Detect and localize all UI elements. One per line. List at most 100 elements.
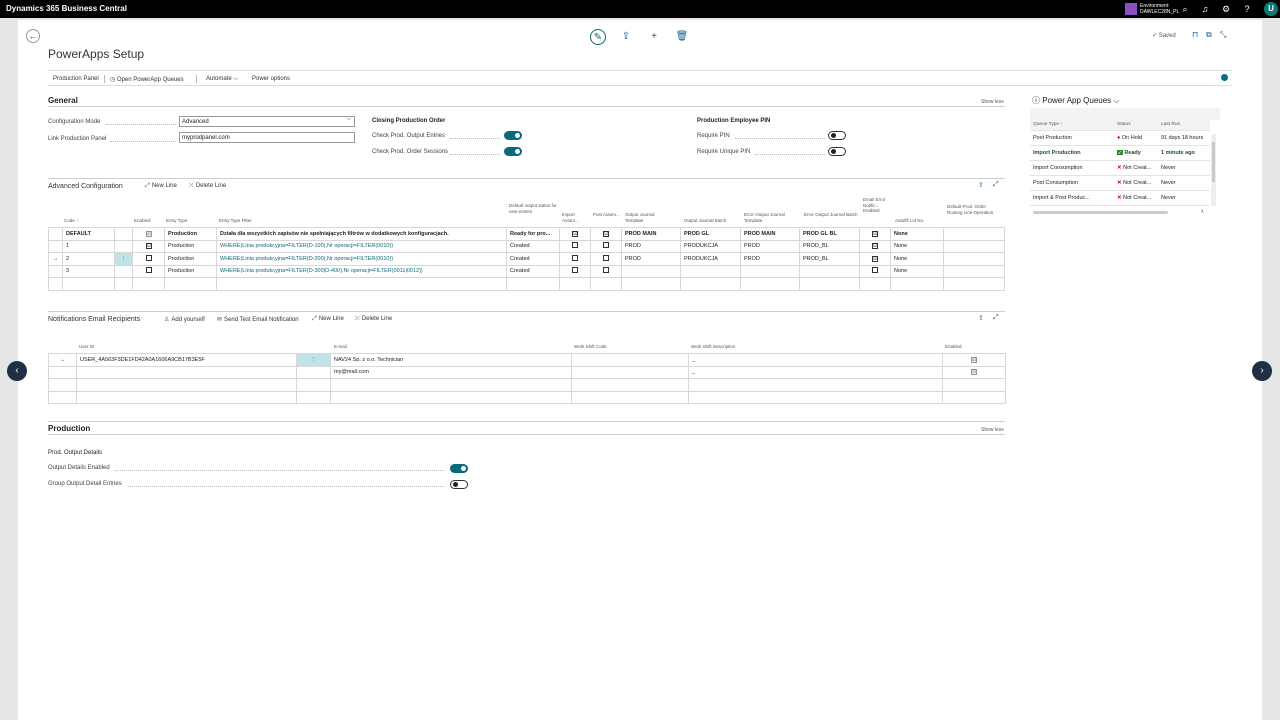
- output-details-enabled-toggle[interactable]: [450, 464, 468, 473]
- queue-type-cell[interactable]: Post Consumption: [1030, 175, 1114, 191]
- post-checkbox[interactable]: [603, 242, 609, 249]
- empty-row[interactable]: [48, 378, 1006, 392]
- email-cell[interactable]: NAV24 Sp. z o.o. Technician: [330, 353, 572, 367]
- post-autom-cell[interactable]: ☑: [590, 227, 622, 241]
- entry-filter-cell[interactable]: WHERE(Linia produkcyjna=FILTER(D-300|D-4…: [216, 264, 507, 278]
- email-error-cell[interactable]: [859, 264, 891, 278]
- col-output-journal-batch[interactable]: Output Journal Batch: [684, 218, 726, 224]
- code-cell[interactable]: 3: [62, 264, 115, 278]
- list-item[interactable]: Post Consumption ✕ Not Creat... Never: [1030, 175, 1210, 191]
- open-queues-action[interactable]: ◷ Open PowerApp Queues: [110, 76, 184, 83]
- factbox-col-header[interactable]: Status: [1114, 120, 1158, 131]
- user-id-cell[interactable]: USER_4A563F3DE1FD42A0A1606A9CB17B3E5F: [76, 353, 297, 367]
- enabled-checkbox[interactable]: ☑: [971, 369, 977, 376]
- post-autom-cell[interactable]: [590, 252, 622, 266]
- expand-icon[interactable]: ⤢: [993, 314, 999, 322]
- empty-cell[interactable]: [216, 277, 507, 291]
- share-icon[interactable]: ⇪: [618, 29, 634, 45]
- import-checkbox[interactable]: [572, 254, 578, 261]
- entry-type-cell[interactable]: Production: [164, 239, 217, 253]
- enabled-checkbox[interactable]: [145, 267, 152, 274]
- row-menu[interactable]: ⋮: [114, 252, 133, 266]
- help-icon[interactable]: ?: [1241, 3, 1253, 15]
- row-menu[interactable]: ⋮: [296, 353, 331, 367]
- avatar[interactable]: U: [1264, 2, 1278, 16]
- col-import-autom[interactable]: Import Autom...: [562, 212, 590, 223]
- last-run-cell[interactable]: Never: [1158, 160, 1210, 176]
- back-button[interactable]: ←: [26, 29, 40, 43]
- empty-cell[interactable]: [571, 390, 689, 404]
- chevron-right-icon[interactable]: ›: [1201, 208, 1203, 215]
- import-autom-cell[interactable]: ☑: [559, 227, 591, 241]
- require-unique-pin-toggle[interactable]: [828, 147, 846, 156]
- entry-filter-cell[interactable]: WHERE(Linia produkcyjna=FILTER(D-100),Nr…: [216, 239, 507, 253]
- queue-type-cell[interactable]: Import Production: [1030, 145, 1114, 161]
- email-cell[interactable]: my@mail.com: [330, 365, 572, 379]
- empty-row[interactable]: [48, 390, 1006, 404]
- empty-cell[interactable]: [799, 277, 860, 291]
- col-email[interactable]: E-mail: [334, 344, 347, 350]
- email-error-cell[interactable]: ☑: [859, 252, 891, 266]
- empty-cell[interactable]: [296, 390, 331, 404]
- error-template-cell[interactable]: PROD: [740, 239, 800, 253]
- post-checkbox[interactable]: ☑: [603, 230, 609, 237]
- search-icon[interactable]: ⌕: [1179, 3, 1191, 15]
- empty-cell[interactable]: [942, 390, 1006, 404]
- link-panel-input[interactable]: myprodpanel.com: [179, 132, 355, 143]
- table-row[interactable]: DEFAULT ☑ Production Działa dla wszystkich …: [48, 227, 1005, 241]
- col-post-autom[interactable]: Post Autom...: [593, 212, 621, 218]
- app-title[interactable]: Dynamics 365 Business Central: [6, 4, 127, 13]
- empty-cell[interactable]: [621, 277, 681, 291]
- row-menu[interactable]: [114, 264, 133, 278]
- import-autom-cell[interactable]: [559, 239, 591, 253]
- adv-delete-line-button[interactable]: ⤫ Delete Line: [189, 183, 226, 190]
- list-item[interactable]: Import & Post Produc... ✕ Not Creat... Nev…: [1030, 190, 1210, 206]
- output-batch-cell[interactable]: PRODUKCJA: [680, 239, 741, 253]
- expand-icon[interactable]: ⤢: [993, 181, 999, 189]
- col-error-journal-template[interactable]: Error Output Journal Template: [744, 212, 799, 223]
- queue-status-cell[interactable]: ✓ Ready: [1114, 145, 1158, 161]
- error-batch-cell[interactable]: PROD_BL: [799, 252, 860, 266]
- config-mode-select[interactable]: Advanced: [179, 116, 355, 127]
- post-autom-cell[interactable]: [590, 264, 622, 278]
- col-user-id[interactable]: User ID: [79, 344, 94, 350]
- output-template-cell[interactable]: PROD: [621, 252, 681, 266]
- code-cell[interactable]: 2: [62, 252, 115, 266]
- production-title[interactable]: Production: [48, 424, 90, 433]
- last-run-cell[interactable]: 91 days 18 hours: [1158, 130, 1210, 146]
- import-checkbox[interactable]: [572, 267, 578, 274]
- require-pin-toggle[interactable]: [828, 131, 846, 140]
- factbox-title[interactable]: ⓘ Power App Queues ⌵: [1032, 95, 1119, 106]
- autofill-lot-cell[interactable]: None: [890, 239, 944, 253]
- empty-cell[interactable]: [506, 277, 560, 291]
- entry-filter-cell[interactable]: WHERE(Linia produkcyjna=FILTER(D-200),Nr…: [216, 252, 507, 266]
- row-menu[interactable]: [114, 227, 133, 241]
- factbox-h-scrollbar[interactable]: [1033, 211, 1168, 214]
- error-template-cell[interactable]: PROD MAIN: [740, 227, 800, 241]
- open-new-window-icon[interactable]: ⧉: [1206, 30, 1212, 40]
- code-cell[interactable]: 1: [62, 239, 115, 253]
- error-template-cell[interactable]: PROD: [740, 252, 800, 266]
- next-arrow-button[interactable]: ›: [1252, 361, 1272, 381]
- last-run-cell[interactable]: Never: [1158, 175, 1210, 191]
- check-output-toggle[interactable]: [504, 131, 522, 140]
- empty-cell[interactable]: [296, 378, 331, 392]
- error-template-cell[interactable]: [740, 264, 800, 278]
- environment-icon[interactable]: [1125, 3, 1137, 15]
- prev-arrow-button[interactable]: ‹: [7, 361, 27, 381]
- output-batch-cell[interactable]: [680, 264, 741, 278]
- work-shift-code-cell[interactable]: [571, 353, 689, 367]
- table-row[interactable]: 3 Production WHERE(Linia produkcyjna=FILTE…: [48, 264, 1005, 278]
- edit-icon[interactable]: ✎: [590, 29, 606, 45]
- enabled-cell[interactable]: ☑: [942, 353, 1006, 367]
- empty-row[interactable]: [48, 277, 1005, 291]
- empty-cell[interactable]: [688, 378, 943, 392]
- entry-type-cell[interactable]: Production: [164, 264, 217, 278]
- output-template-cell[interactable]: PROD MAIN: [621, 227, 681, 241]
- add-yourself-button[interactable]: ♙ Add yourself: [164, 316, 205, 323]
- import-autom-cell[interactable]: [559, 264, 591, 278]
- factbox-scrollbar[interactable]: [1211, 134, 1216, 206]
- col-autofill-lot[interactable]: Autofill Lot No.: [895, 218, 924, 224]
- status-cell[interactable]: Created: [506, 239, 560, 253]
- queue-status-cell[interactable]: ✕ Not Creat...: [1114, 190, 1158, 206]
